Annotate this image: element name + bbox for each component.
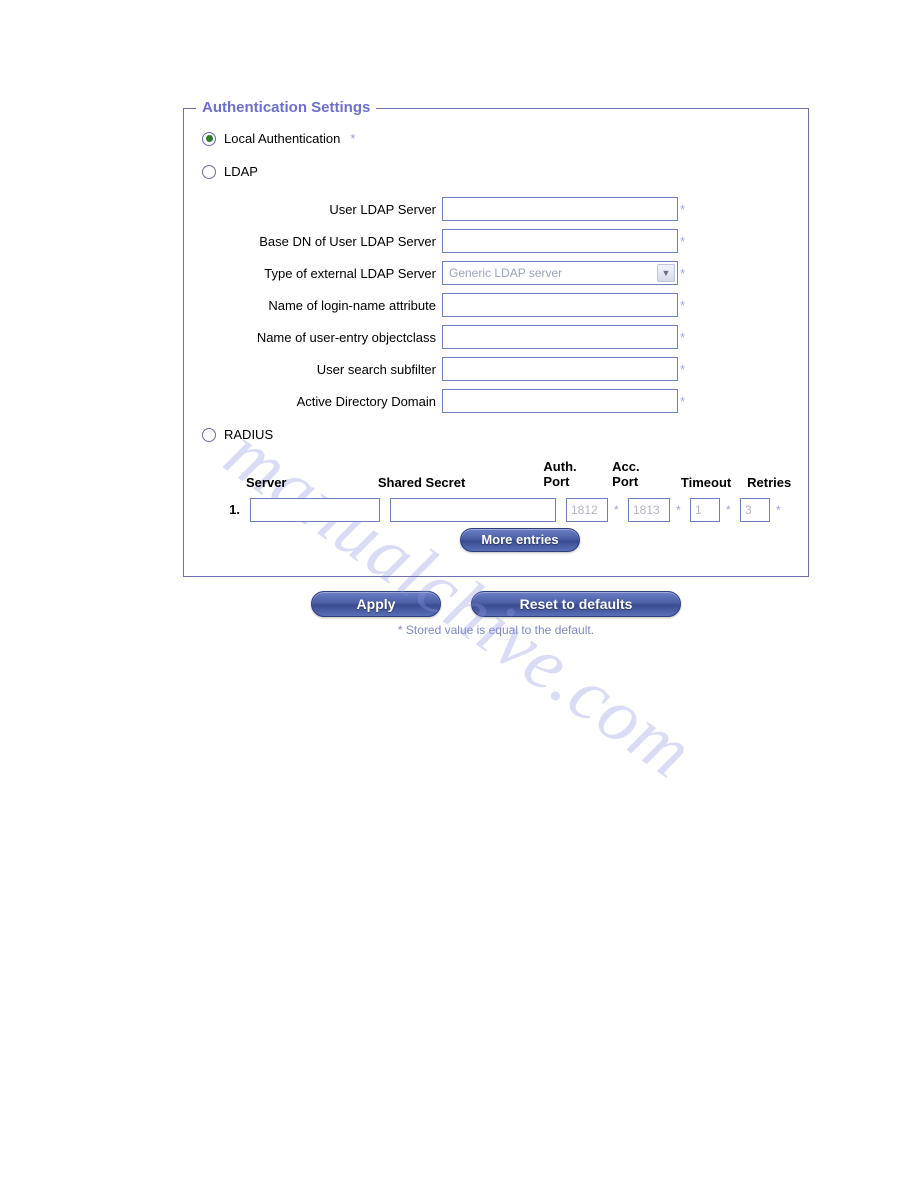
radius-h-timeout: Timeout [681,475,737,490]
bottom-actions: Apply Reset to defaults * Stored value i… [183,591,809,637]
radius-row-index: 1. [226,502,240,517]
radius-input-secret[interactable] [390,498,556,522]
ldap-label-type: Type of external LDAP Server [232,266,442,281]
radius-star-auth: * [614,503,622,517]
radio-ldap[interactable] [202,165,216,179]
auth-settings-fieldset: Authentication Settings Local Authentica… [183,108,809,577]
ldap-star-4: * [680,330,685,345]
ldap-input-login-attr[interactable] [442,293,678,317]
ldap-input-ad-domain[interactable] [442,389,678,413]
chevron-down-icon: ▼ [657,264,675,282]
radius-h-retries: Retries [747,475,794,490]
ldap-input-base-dn[interactable] [442,229,678,253]
ldap-star-1: * [680,234,685,249]
radio-radius-label: RADIUS [224,427,273,442]
radius-input-retries[interactable] [740,498,770,522]
ldap-star-3: * [680,298,685,313]
radio-radius[interactable] [202,428,216,442]
ldap-row-base-dn: Base DN of User LDAP Server * [232,229,794,253]
ldap-star-2: * [680,266,685,281]
ldap-input-subfilter[interactable] [442,357,678,381]
ldap-label-ad-domain: Active Directory Domain [232,394,442,409]
radius-h-secret: Shared Secret [378,475,534,490]
ldap-input-objectclass[interactable] [442,325,678,349]
radius-input-server[interactable] [250,498,380,522]
radius-table: Server Shared Secret Auth. Port Acc. Por… [246,460,794,552]
ldap-input-user-server[interactable] [442,197,678,221]
radius-block: RADIUS Server Shared Secret Auth. Port A… [202,427,794,552]
radio-row-local[interactable]: Local Authentication * [202,131,794,146]
radio-local[interactable] [202,132,216,146]
radius-input-auth-port[interactable] [566,498,608,522]
radio-local-label: Local Authentication [224,131,340,146]
ldap-row-ad-domain: Active Directory Domain * [232,389,794,413]
ldap-select-type-value: Generic LDAP server [449,266,562,280]
ldap-label-objectclass: Name of user-entry objectclass [232,330,442,345]
ldap-label-login-attr: Name of login-name attribute [232,298,442,313]
radius-input-timeout[interactable] [690,498,720,522]
radio-row-radius[interactable]: RADIUS [202,427,794,442]
local-star: * [350,131,355,146]
radius-star-retries: * [776,503,784,517]
ldap-label-subfilter: User search subfilter [232,362,442,377]
ldap-select-type[interactable]: Generic LDAP server ▼ [442,261,678,285]
more-entries-button[interactable]: More entries [460,528,579,552]
ldap-label-user-server: User LDAP Server [232,202,442,217]
ldap-row-subfilter: User search subfilter * [232,357,794,381]
reset-defaults-button[interactable]: Reset to defaults [471,591,681,617]
radius-headers: Server Shared Secret Auth. Port Acc. Por… [246,460,794,490]
ldap-row-login-attr: Name of login-name attribute * [232,293,794,317]
ldap-star-5: * [680,362,685,377]
apply-button[interactable]: Apply [311,591,441,617]
radius-input-acc-port[interactable] [628,498,670,522]
radius-star-timeout: * [726,503,734,517]
ldap-form: User LDAP Server * Base DN of User LDAP … [232,197,794,413]
radius-star-acc: * [676,503,684,517]
ldap-row-type: Type of external LDAP Server Generic LDA… [232,261,794,285]
radius-h-auth: Auth. Port [543,460,582,490]
ldap-star-0: * [680,202,685,217]
ldap-row-user-server: User LDAP Server * [232,197,794,221]
default-note: * Stored value is equal to the default. [183,623,809,637]
ldap-row-objectclass: Name of user-entry objectclass * [232,325,794,349]
radius-h-acc: Acc. Port [612,460,651,490]
radio-row-ldap[interactable]: LDAP [202,164,794,179]
ldap-star-6: * [680,394,685,409]
ldap-label-base-dn: Base DN of User LDAP Server [232,234,442,249]
radius-h-server: Server [246,475,368,490]
radius-row-1: 1. * * * * [246,498,794,522]
radio-ldap-label: LDAP [224,164,258,179]
auth-settings-legend: Authentication Settings [196,99,376,116]
